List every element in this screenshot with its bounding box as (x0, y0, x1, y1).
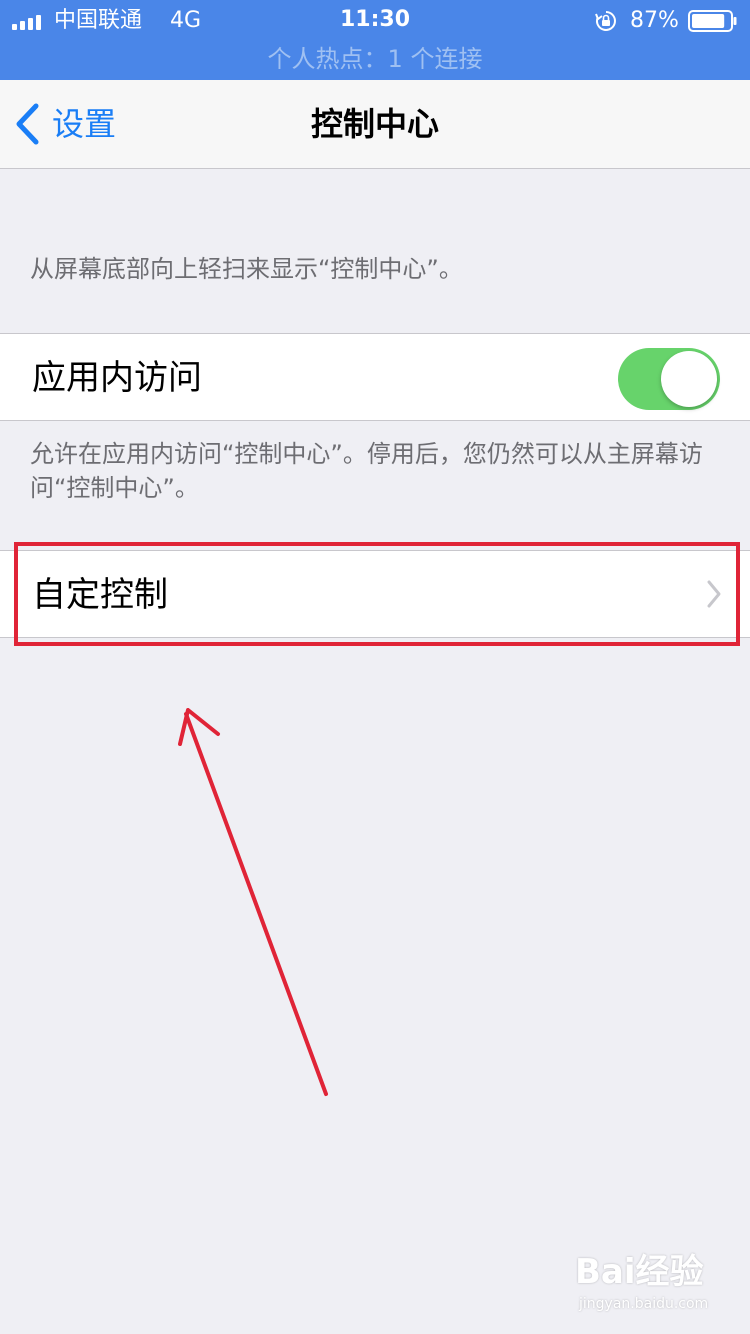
access-within-apps-footer: 允许在应用内访问“控制中心”。停用后，您仍然可以从主屏幕访问“控制中心”。 (30, 440, 703, 502)
page-title: 控制中心 (310, 105, 439, 143)
access-within-apps-toggle[interactable] (618, 348, 720, 410)
section-header-note: 从屏幕底部向上轻扫来显示“控制中心”。 (30, 255, 463, 283)
status-bar-row: 中国联通 4G 11:30 87% (0, 0, 750, 42)
watermark-url: jingyan.baidu.com (579, 1296, 709, 1312)
rotation-lock-icon (595, 11, 616, 31)
battery-percentage: 87% (630, 8, 679, 33)
watermark-logo: Bai经验 (575, 1252, 704, 1292)
hotspot-banner[interactable]: 个人热点：1 个连接 (0, 42, 750, 76)
battery-icon (688, 10, 737, 32)
baidu-watermark: Bai经验 jingyan.baidu.com (575, 1252, 725, 1316)
annotation-arrow (178, 708, 328, 1096)
navigation-bar: 设置 控制中心 (0, 80, 750, 169)
annotation-highlight-box (14, 542, 740, 646)
access-within-apps-label: 应用内访问 (32, 358, 202, 398)
status-bar: 中国联通 4G 11:30 87% 个人热点：1 个连接 (0, 0, 750, 80)
access-within-apps-row: 应用内访问 (0, 333, 750, 421)
toggle-knob (661, 351, 717, 407)
